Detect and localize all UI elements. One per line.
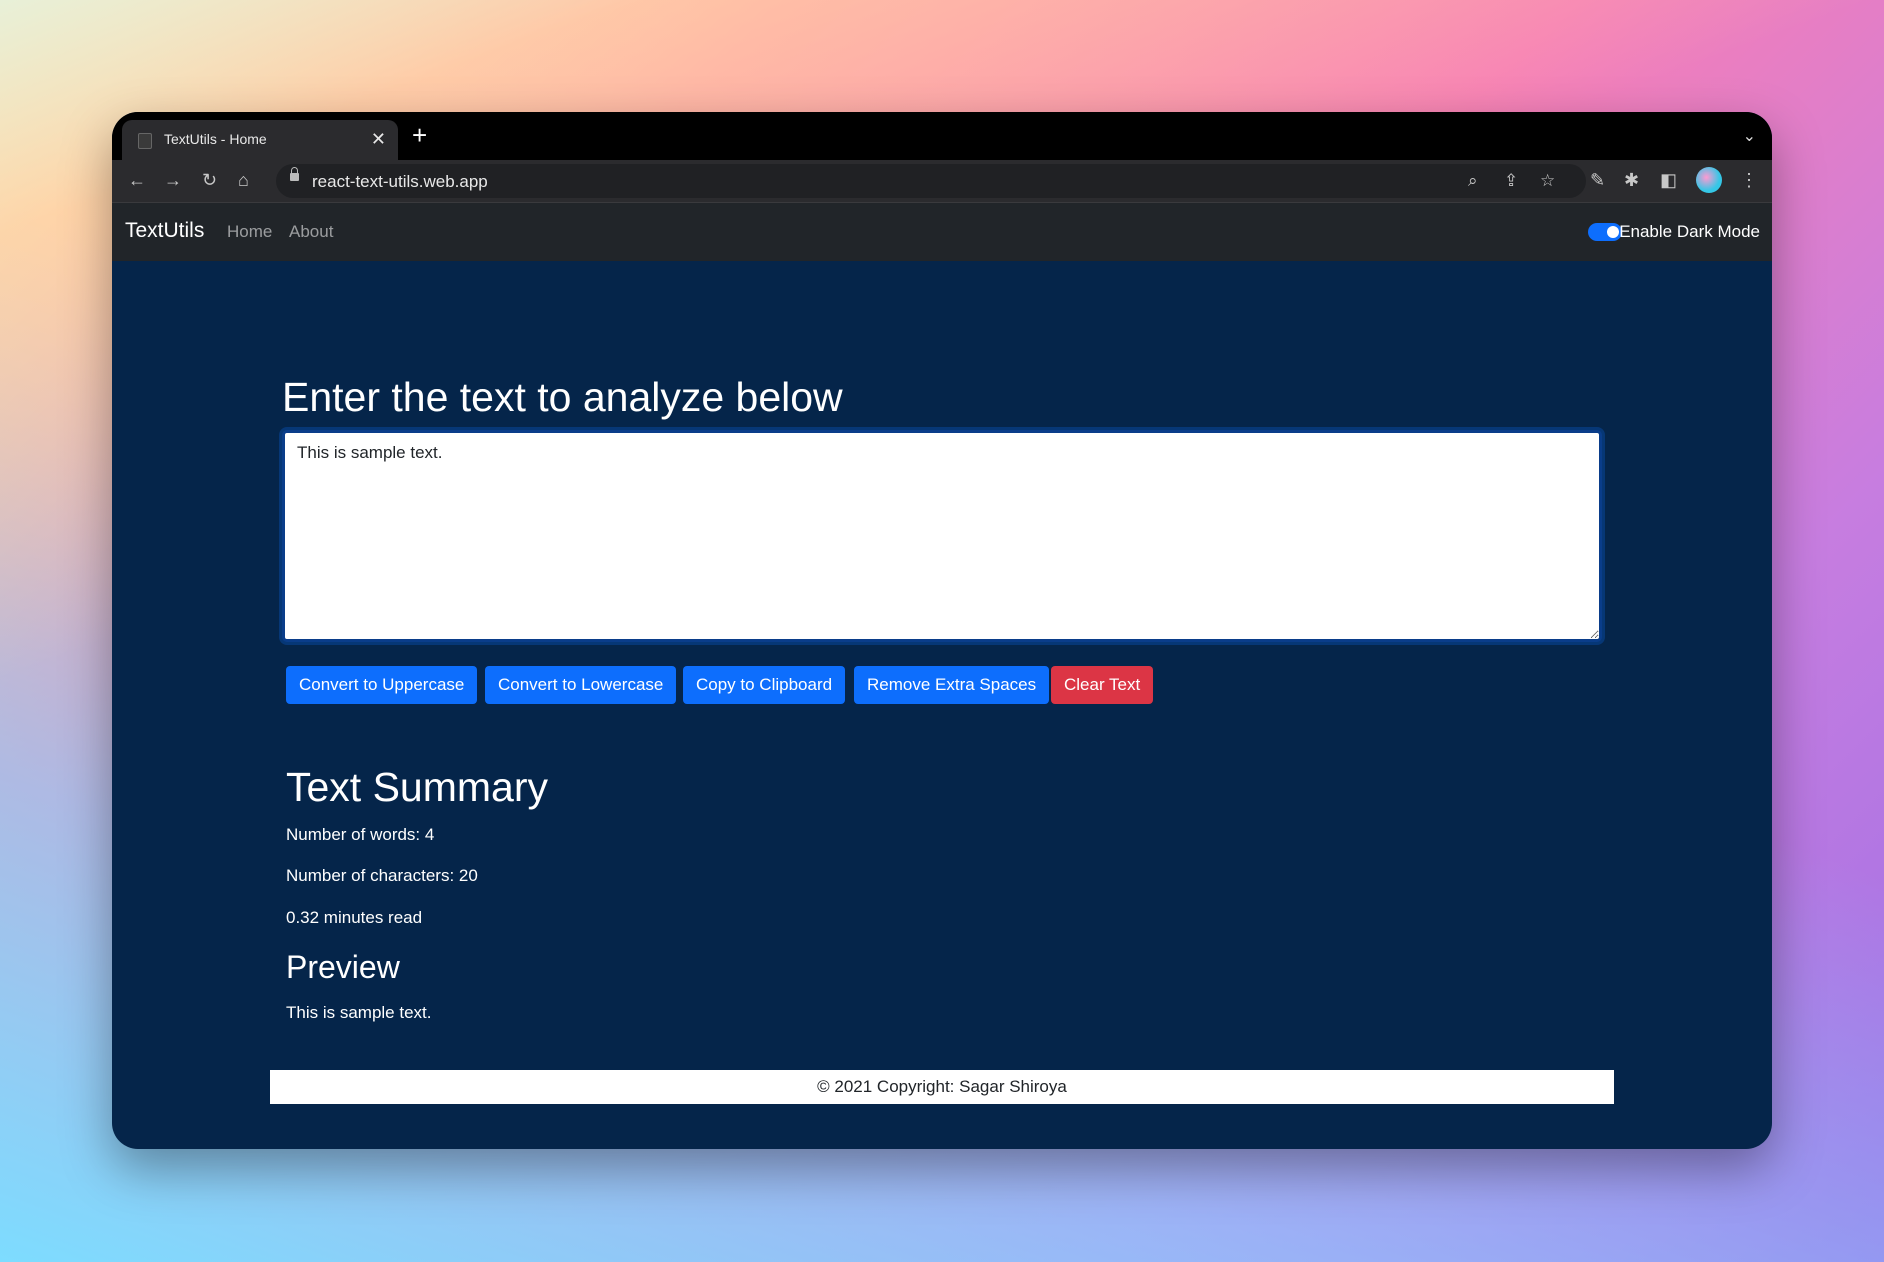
address-bar[interactable]: react-text-utils.web.app ⌕ ⇪ ☆ — [276, 164, 1586, 198]
share-icon[interactable]: ⇪ — [1504, 171, 1518, 191]
close-tab-icon[interactable]: ✕ — [371, 128, 386, 150]
word-count: Number of words: 4 — [286, 825, 435, 844]
tab-title: TextUtils - Home — [164, 131, 267, 147]
app-navbar: TextUtils Home About Enable Dark Mode — [112, 203, 1772, 261]
forward-arrow-icon[interactable]: → — [164, 170, 182, 190]
new-tab-icon[interactable]: + — [412, 122, 427, 148]
read-time: 0.32 minutes read — [286, 908, 423, 927]
footer: © 2021 Copyright: Sagar Shiroya — [270, 1070, 1614, 1104]
chevron-down-icon[interactable]: ⌄ — [1743, 126, 1756, 146]
zoom-icon[interactable]: ⌕ — [1468, 171, 1478, 191]
more-menu-icon[interactable]: ⋮ — [1740, 170, 1758, 190]
dark-mode-label[interactable]: Enable Dark Mode — [1619, 222, 1760, 242]
bookmark-star-icon[interactable]: ☆ — [1540, 171, 1555, 191]
page-heading: Enter the text to analyze below — [282, 374, 843, 420]
tab-strip: TextUtils - Home ✕ + ⌄ — [112, 112, 1772, 160]
text-input[interactable]: This is sample text. — [282, 430, 1602, 642]
nav-link-about[interactable]: About — [289, 222, 333, 242]
preview-heading: Preview — [286, 949, 400, 985]
url-text[interactable]: react-text-utils.web.app — [312, 172, 488, 192]
preview-text: This is sample text. — [286, 1003, 432, 1022]
lowercase-button[interactable]: Convert to Lowercase — [485, 666, 677, 704]
brand-link[interactable]: TextUtils — [125, 219, 204, 243]
back-arrow-icon[interactable]: ← — [128, 170, 146, 190]
browser-window: TextUtils - Home ✕ + ⌄ ← → ↻ ⌂ react-tex… — [112, 112, 1772, 1149]
character-count: Number of characters: 20 — [286, 866, 478, 885]
toggle-knob — [1607, 226, 1619, 238]
side-panel-icon[interactable]: ◧ — [1660, 170, 1677, 190]
browser-toolbar: ← → ↻ ⌂ react-text-utils.web.app ⌕ ⇪ ☆ ✎… — [112, 160, 1772, 203]
lock-icon[interactable] — [290, 167, 299, 181]
extensions-puzzle-icon[interactable]: ✱ — [1624, 170, 1639, 190]
summary-heading: Text Summary — [286, 764, 548, 810]
nav-link-home[interactable]: Home — [227, 222, 272, 242]
copy-button[interactable]: Copy to Clipboard — [683, 666, 846, 704]
browser-tab[interactable]: TextUtils - Home ✕ — [122, 120, 398, 160]
uppercase-button[interactable]: Convert to Uppercase — [286, 666, 478, 704]
profile-avatar[interactable] — [1696, 167, 1722, 193]
clear-text-button[interactable]: Clear Text — [1051, 666, 1154, 704]
home-icon[interactable]: ⌂ — [238, 170, 249, 190]
eyedropper-extension-icon[interactable]: ✎ — [1590, 170, 1605, 190]
page-favicon-icon — [138, 133, 152, 149]
reload-icon[interactable]: ↻ — [202, 170, 217, 190]
remove-spaces-button[interactable]: Remove Extra Spaces — [854, 666, 1050, 704]
dark-mode-toggle[interactable] — [1588, 223, 1622, 241]
